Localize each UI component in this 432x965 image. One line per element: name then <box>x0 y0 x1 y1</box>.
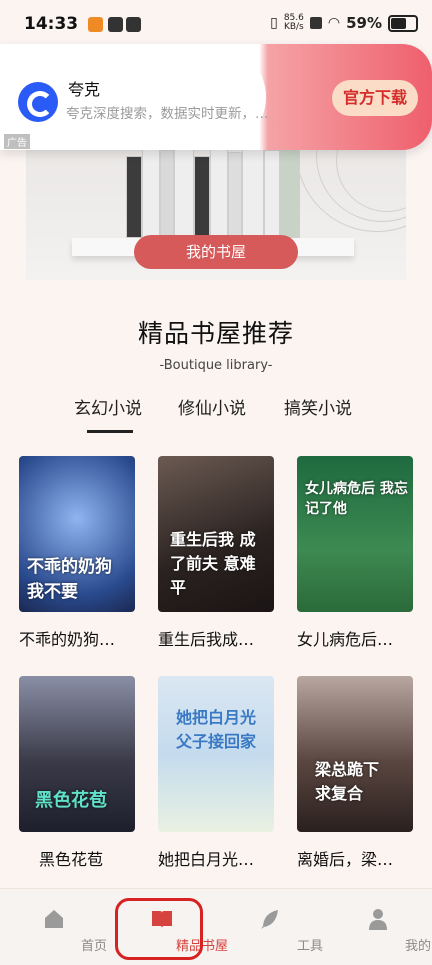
tab-gaoxiao[interactable]: 搞笑小说 <box>284 394 352 419</box>
book-cover: 她把白月光 父子接回家 <box>158 676 274 832</box>
section-title: 精品书屋推荐 <box>137 319 294 348</box>
status-bar: 14:33 ▯ 85.6 KB/s ◠ 59% <box>0 0 432 48</box>
book-cover: 重生后我 成了前夫 意难平 <box>158 456 274 612</box>
book-card[interactable]: 黑色花苞 黑色花苞 <box>19 676 135 870</box>
cover-title: 她把白月光 父子接回家 <box>176 708 257 751</box>
book-spine <box>264 150 280 238</box>
book-cover: 黑色花苞 <box>19 676 135 832</box>
hero-banner: 我的书屋 <box>26 130 406 280</box>
battery-icon <box>388 14 418 32</box>
selection-highlight <box>115 898 203 960</box>
wifi-icon: ◠ <box>327 15 341 31</box>
book-spine <box>174 144 194 238</box>
ad-tag: 广告 <box>4 134 30 149</box>
nav-home[interactable]: 首页 <box>14 889 107 965</box>
quark-logo-icon <box>18 82 58 122</box>
nfc-icon <box>309 17 322 29</box>
network-speed: 85.6 KB/s <box>283 13 304 32</box>
tab-xiuxian[interactable]: 修仙小说 <box>178 394 246 419</box>
book-spine <box>242 146 264 238</box>
battery-level: 59% <box>346 14 382 32</box>
cover-title: 女儿病危后 我忘记了他 <box>305 481 408 517</box>
book-spine <box>160 150 174 238</box>
active-tab-indicator <box>87 430 133 433</box>
status-right: ▯ 85.6 KB/s ◠ 59% <box>270 14 418 32</box>
cover-title: 黑色花苞 <box>35 790 107 811</box>
download-button[interactable]: 官方下载 <box>332 80 418 116</box>
bottom-nav: 首页 精品书屋 工具 我的 <box>0 888 432 965</box>
book-title: 黑色花苞 <box>39 850 104 869</box>
book-cover: 女儿病危后 我忘记了他 <box>297 456 413 612</box>
my-bookhouse-button[interactable]: 我的书屋 <box>134 235 298 269</box>
book-card[interactable]: 女儿病危后 我忘记了他 女儿病危后… <box>297 456 413 650</box>
book-title: 不乖的奶狗… <box>19 630 116 649</box>
ad-title: 夸克 <box>68 80 101 99</box>
app-notification-icon <box>108 17 123 32</box>
ad-description: 夸克深度搜索，数据实时更新，… <box>66 106 269 122</box>
book-card[interactable]: 重生后我 成了前夫 意难平 重生后我成… <box>158 456 274 650</box>
book-spine <box>126 156 142 238</box>
book-title: 重生后我成… <box>158 630 255 649</box>
nav-mine[interactable]: 我的 <box>338 889 431 965</box>
book-title: 她把白月光… <box>158 850 255 869</box>
section-subtitle: -Boutique library- <box>159 358 273 373</box>
home-icon <box>45 910 63 928</box>
cover-title: 梁总跪下 求复合 <box>315 760 380 803</box>
book-spine <box>280 146 300 238</box>
vibrate-icon: ▯ <box>270 15 278 31</box>
book-card[interactable]: 梁总跪下 求复合 离婚后，梁… <box>297 676 413 870</box>
nav-label: 我的 <box>404 939 431 954</box>
book-title: 女儿病危后… <box>297 630 394 649</box>
book-spine <box>142 146 160 238</box>
book-spine <box>194 156 210 238</box>
tab-xuanhuan[interactable]: 玄幻小说 <box>74 394 142 419</box>
app-notification-icon <box>126 17 141 32</box>
status-time: 14:33 <box>24 14 79 34</box>
cover-title: 不乖的奶狗 我不要 <box>27 557 112 602</box>
user-icon <box>369 909 387 930</box>
book-card[interactable]: 不乖的奶狗 我不要 不乖的奶狗… <box>19 456 135 650</box>
app-notification-icon <box>88 17 103 32</box>
book-spine <box>210 148 228 238</box>
book-cover: 梁总跪下 求复合 <box>297 676 413 832</box>
book-spine <box>228 152 242 238</box>
book-title: 离婚后，梁… <box>297 850 394 869</box>
cover-title: 重生后我 成了前夫 意难平 <box>170 530 256 597</box>
book-card[interactable]: 她把白月光 父子接回家 她把白月光… <box>158 676 274 870</box>
book-cover: 不乖的奶狗 我不要 <box>19 456 135 612</box>
nav-tools[interactable]: 工具 <box>230 889 323 965</box>
feather-icon <box>261 910 278 929</box>
